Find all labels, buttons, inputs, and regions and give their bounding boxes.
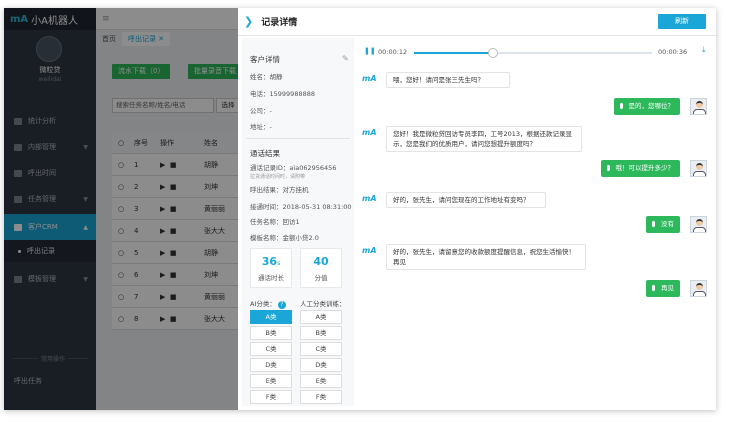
customer-phone: 电话：15999988888	[250, 90, 315, 98]
customer-section-title: 客户详情	[250, 55, 280, 64]
audio-progress-slider[interactable]	[414, 48, 652, 58]
bot-avatar-icon: mA	[362, 194, 377, 203]
panel-header: ❯ 记录详情 刷新	[238, 8, 716, 36]
bot-avatar-icon: mA	[362, 128, 377, 137]
duration-stat: 36s 通话时长	[250, 248, 292, 288]
audio-progress-fill	[414, 52, 494, 54]
panel-title: 记录详情	[261, 18, 298, 28]
microphone-icon	[619, 103, 623, 109]
manual-class-option[interactable]: A类	[300, 310, 342, 324]
result-section-title: 通话结果	[250, 149, 280, 158]
refresh-button[interactable]: 刷新	[658, 14, 706, 29]
call-id-hint: 拉货通话时间时，请附带	[250, 174, 306, 180]
score-stat: 40 分值	[300, 248, 342, 288]
bot-message: 喂，您好！请问是张三先生吗？	[386, 72, 510, 88]
user-avatar	[690, 98, 707, 115]
message-text: 没有	[661, 220, 674, 228]
audio-progress-handle[interactable]	[488, 48, 499, 58]
manual-class-option[interactable]: D类	[300, 358, 342, 372]
record-detail-panel: ❯ 记录详情 刷新 客户详情 ✎ 姓名：胡静 电话：15999988888 公司…	[238, 8, 716, 410]
manual-class-option[interactable]: C类	[300, 342, 342, 356]
divider	[246, 138, 350, 139]
ai-class-label: AI分类：?	[250, 298, 286, 309]
pause-icon[interactable]: ❚❚	[364, 47, 376, 55]
user-avatar	[690, 280, 707, 297]
user-voice-message[interactable]: 哦！可以提升多少？	[600, 160, 680, 177]
download-icon[interactable]: ⤓	[702, 45, 706, 55]
customer-name: 姓名：胡静	[250, 73, 283, 81]
ai-class-option[interactable]: E类	[250, 374, 292, 388]
call-outcome: 呼出结果：对方挂机	[250, 186, 309, 194]
message-text: 再见	[661, 284, 674, 292]
microphone-icon	[652, 221, 655, 227]
chevron-right-icon[interactable]: ❯	[244, 15, 253, 28]
info-column: 客户详情 ✎ 姓名：胡静 电话：15999988888 公司：- 地址：- 通话…	[242, 38, 354, 406]
help-icon[interactable]: ?	[277, 301, 286, 309]
audio-current-time: 00:00:12	[378, 48, 408, 56]
manual-class-option[interactable]: B类	[300, 326, 342, 340]
task-name: 任务名称：回访1	[250, 218, 300, 226]
customer-company: 公司：-	[250, 107, 272, 115]
bot-avatar-icon: mA	[362, 74, 377, 83]
ai-class-option[interactable]: C类	[250, 342, 292, 356]
bot-message: 好的，张先生，请留意您的收款额度提醒信息，祝您生活愉快！再见	[386, 244, 586, 270]
user-voice-message[interactable]: 是的，您哪位？	[613, 98, 680, 115]
ai-class-option[interactable]: A类	[250, 310, 292, 324]
audio-total-time: 00:00:36	[658, 48, 688, 56]
bot-message: 您好！我是微粒贷回访专员李四，工号2013，根据还款记录显示，您是我们的优质用户…	[386, 126, 582, 152]
bot-avatar-icon: mA	[362, 246, 377, 255]
bot-message: 好的，张先生，请问您现在的工作地址有变吗？	[386, 192, 546, 208]
ai-class-option[interactable]: F类	[250, 390, 292, 404]
message-text: 是的，您哪位？	[628, 102, 675, 110]
ai-class-option[interactable]: B类	[250, 326, 292, 340]
microphone-icon	[606, 165, 610, 171]
template-name: 模板名称：金额小贷2.0	[250, 234, 319, 242]
user-avatar	[690, 160, 707, 177]
customer-address: 地址：-	[250, 123, 272, 131]
manual-class-option[interactable]: F类	[300, 390, 342, 404]
edit-icon[interactable]: ✎	[342, 54, 350, 63]
call-record-id: 通话记录ID：aia062956456	[250, 164, 337, 172]
microphone-icon	[652, 285, 655, 291]
user-voice-message[interactable]: 再见	[646, 280, 680, 297]
message-text: 哦！可以提升多少？	[615, 164, 675, 172]
manual-class-option[interactable]: E类	[300, 374, 342, 388]
app-window: mA 小A机器人 微粒贷 weilidai 统计分析 内部管理 ▼ 呼出时间 任务…	[4, 8, 716, 410]
user-avatar	[690, 216, 707, 233]
user-voice-message[interactable]: 没有	[646, 216, 680, 233]
audio-player: ❚❚ 00:00:12 00:00:36 ⤓	[362, 44, 712, 60]
connect-time: 接通时间：2018-05-31 08:31:00	[250, 203, 352, 211]
manual-class-label: 人工分类训练：	[300, 300, 346, 308]
ai-class-option[interactable]: D类	[250, 358, 292, 372]
